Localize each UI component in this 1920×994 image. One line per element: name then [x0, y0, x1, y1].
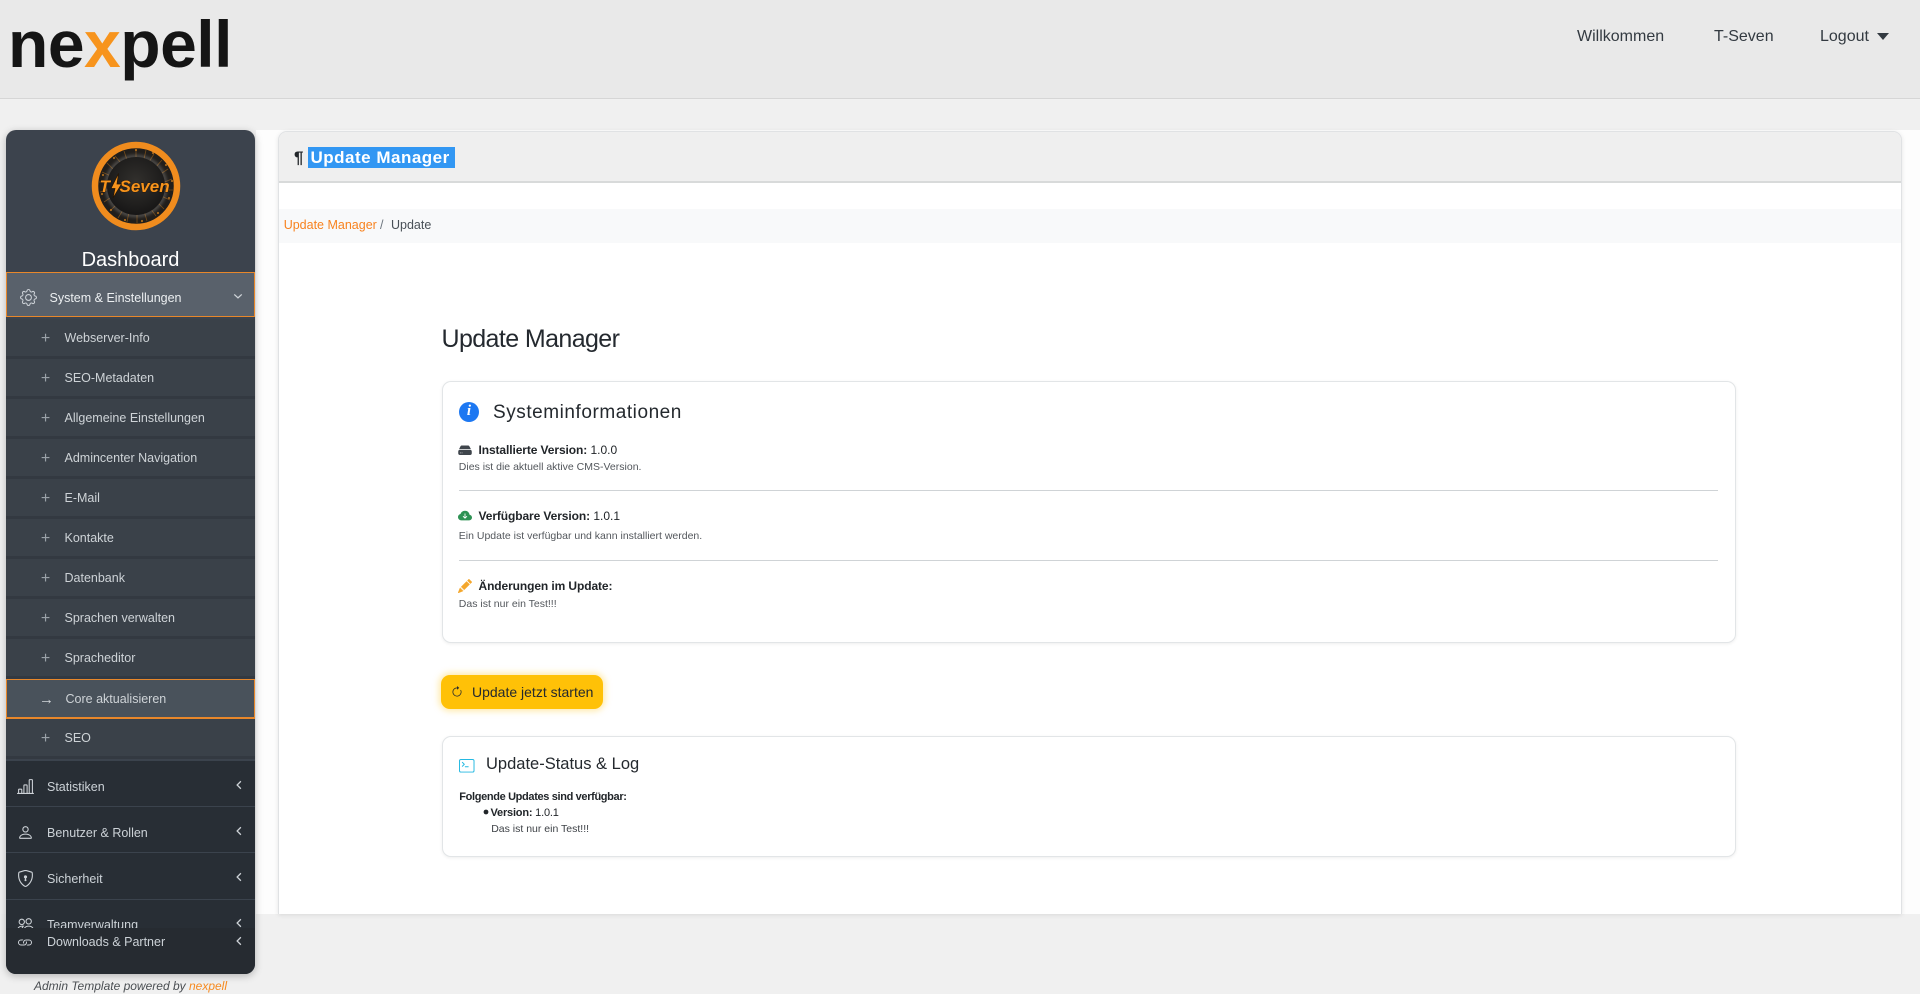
svg-text:T: T: [100, 177, 112, 196]
svg-text:Seven: Seven: [120, 177, 170, 196]
